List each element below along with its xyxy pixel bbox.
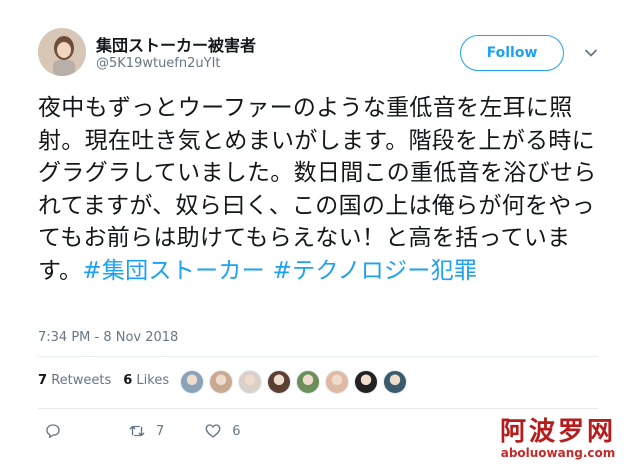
- likes-count: 6: [123, 373, 133, 388]
- tweet-body: 夜中もずっとウーファーのような重低音を左耳に照射。現在吐き気とめまいがします。階…: [38, 95, 597, 284]
- tweet-actions: 7 6: [44, 422, 241, 440]
- reply-button[interactable]: [44, 422, 72, 440]
- liker-avatar[interactable]: [267, 370, 291, 394]
- likers-facepile: [180, 370, 412, 394]
- liker-avatar[interactable]: [180, 370, 204, 394]
- retweets-label: Retweets: [51, 373, 112, 388]
- liker-avatar[interactable]: [354, 370, 378, 394]
- liker-avatar[interactable]: [209, 370, 233, 394]
- retweets-stat[interactable]: 7 Retweets: [38, 373, 111, 388]
- divider: [38, 356, 598, 357]
- retweet-button[interactable]: 7: [128, 422, 164, 440]
- retweet-icon: [129, 425, 145, 437]
- avatar-image: [38, 28, 86, 76]
- watermark-url: aboluowang.com: [500, 446, 616, 460]
- author-display-name[interactable]: 集団ストーカー被害者: [96, 32, 256, 56]
- author-handle[interactable]: @5K19wtuefn2uYIt: [96, 56, 221, 71]
- retweets-count: 7: [38, 373, 48, 388]
- watermark-chinese: 阿波罗网: [500, 417, 617, 447]
- author-avatar[interactable]: [38, 28, 86, 76]
- hashtag-link[interactable]: #テクノロジー犯罪: [273, 258, 478, 284]
- hashtag-link[interactable]: #集団ストーカー: [82, 258, 265, 284]
- retweet-count: 7: [156, 423, 165, 439]
- heart-icon: [205, 424, 221, 438]
- site-watermark: 阿波罗网 aboluowang.com: [500, 418, 616, 460]
- like-count: 6: [232, 423, 241, 439]
- divider: [38, 408, 598, 409]
- liker-avatar[interactable]: [383, 370, 407, 394]
- liker-avatar[interactable]: [325, 370, 349, 394]
- tweet-timestamp[interactable]: 7:34 PM - 8 Nov 2018: [38, 330, 178, 345]
- follow-button[interactable]: Follow: [460, 35, 564, 71]
- likes-stat[interactable]: 6 Likes: [123, 373, 169, 388]
- liker-avatar[interactable]: [296, 370, 320, 394]
- like-button[interactable]: 6: [204, 422, 241, 440]
- liker-avatar[interactable]: [238, 370, 262, 394]
- chevron-down-icon[interactable]: [584, 46, 598, 60]
- tweet-text: 夜中もずっとウーファーのような重低音を左耳に照射。現在吐き気とめまいがします。階…: [38, 95, 597, 284]
- likes-label: Likes: [136, 373, 170, 388]
- tweet-stats: 7 Retweets 6 Likes: [38, 373, 169, 388]
- reply-icon: [46, 424, 60, 439]
